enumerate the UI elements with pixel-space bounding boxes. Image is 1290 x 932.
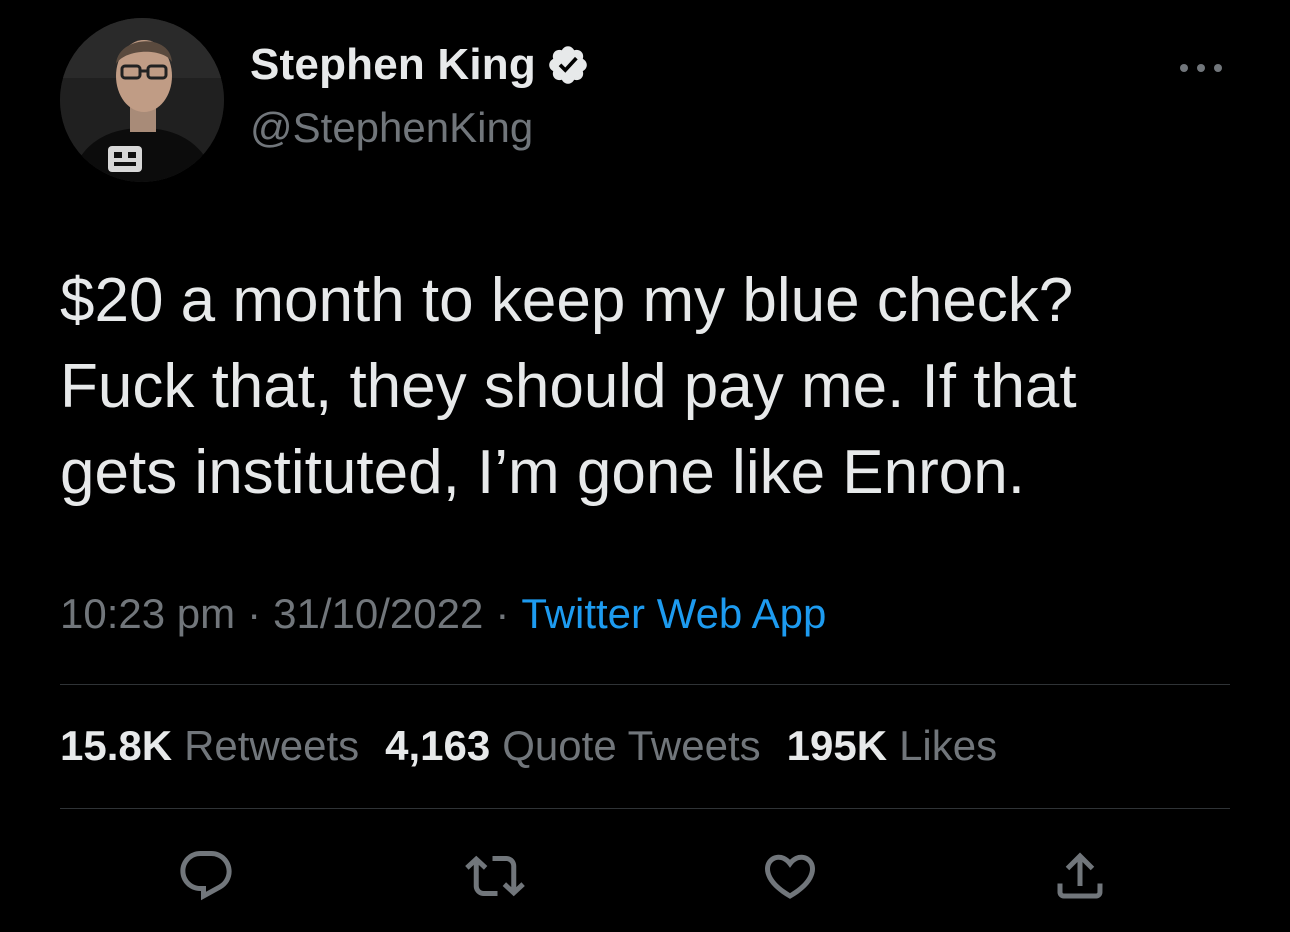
share-button[interactable]: [1050, 846, 1110, 906]
likes-stat[interactable]: 195K Likes: [787, 722, 997, 770]
stat-value: 4,163: [385, 722, 491, 769]
like-button[interactable]: [760, 846, 820, 906]
avatar[interactable]: [60, 18, 224, 182]
avatar-photo: [60, 18, 224, 182]
stat-value: 15.8K: [60, 722, 173, 769]
divider: [60, 808, 1230, 809]
share-icon: [1057, 852, 1103, 899]
retweet-icon: [465, 855, 525, 897]
stat-label: Likes: [899, 722, 998, 769]
author-name[interactable]: Stephen King: [250, 40, 536, 90]
tweet-date[interactable]: 31/10/2022: [273, 590, 483, 637]
author-name-row[interactable]: Stephen King: [250, 40, 590, 90]
divider: [60, 684, 1230, 685]
meta-separator: ·: [247, 590, 262, 637]
like-icon: [764, 854, 816, 899]
tweet-meta: 10:23 pm · 31/10/2022 · Twitter Web App: [60, 590, 826, 638]
stat-label: Retweets: [184, 722, 360, 769]
verified-badge-icon: [549, 46, 587, 84]
more-options-icon[interactable]: [1176, 58, 1226, 78]
tweet-stats: 15.8K Retweets 4,163 Quote Tweets 195K Like…: [60, 722, 1023, 770]
action-bar: [0, 846, 1290, 906]
stat-value: 195K: [786, 722, 888, 769]
reply-icon: [180, 851, 232, 901]
retweet-button[interactable]: [465, 846, 525, 906]
quote-tweets-stat[interactable]: 4,163 Quote Tweets: [385, 722, 761, 770]
tweet-text: $20 a month to keep my blue check? Fuck …: [60, 266, 1077, 507]
retweets-stat[interactable]: 15.8K Retweets: [60, 722, 359, 770]
reply-button[interactable]: [176, 846, 236, 906]
stat-label: Quote Tweets: [502, 722, 761, 769]
tweet-source-link[interactable]: Twitter Web App: [521, 590, 826, 637]
tweet-time[interactable]: 10:23 pm: [60, 590, 235, 637]
author-handle[interactable]: @StephenKing: [250, 104, 533, 152]
meta-separator: ·: [495, 590, 510, 637]
tweet-detail: Stephen King @StephenKing $20 a month to…: [0, 0, 1290, 932]
